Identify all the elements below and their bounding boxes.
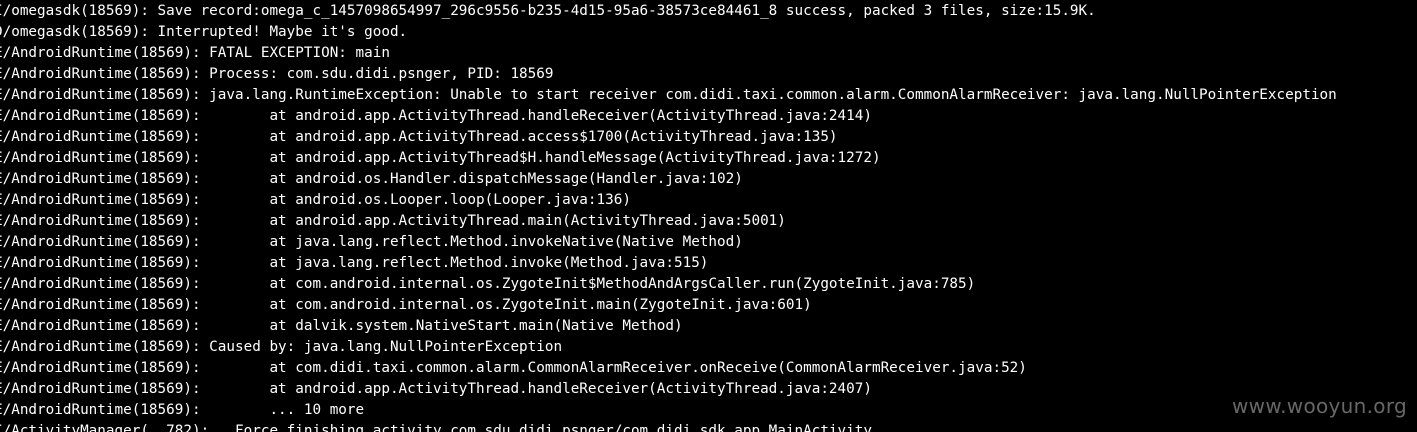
- log-line: E/AndroidRuntime(18569): at com.didi.tax…: [0, 360, 1027, 376]
- log-line: E/AndroidRuntime(18569): at android.app.…: [0, 150, 881, 166]
- log-line: E/AndroidRuntime(18569): at android.os.H…: [0, 171, 743, 187]
- log-line: E/AndroidRuntime(18569): java.lang.Runti…: [0, 87, 1337, 103]
- log-line: E/AndroidRuntime(18569): Process: com.sd…: [0, 66, 554, 82]
- log-line: E/AndroidRuntime(18569): at android.app.…: [0, 129, 838, 145]
- log-line: E/AndroidRuntime(18569): FATAL EXCEPTION…: [0, 45, 390, 61]
- log-line: E/AndroidRuntime(18569): at android.app.…: [0, 381, 872, 397]
- log-line: E/AndroidRuntime(18569): at java.lang.re…: [0, 234, 743, 250]
- log-line: E/AndroidRuntime(18569): Caused by: java…: [0, 339, 563, 355]
- log-line: E/AndroidRuntime(18569): at android.app.…: [0, 108, 872, 124]
- terminal-log-view[interactable]: I/omegasdk(18569): Save record:omega_c_1…: [0, 0, 1417, 432]
- log-line: E/AndroidRuntime(18569): ... 10 more: [0, 402, 365, 418]
- watermark: www.wooyun.org: [1232, 394, 1407, 418]
- log-line: E/AndroidRuntime(18569): at android.os.L…: [0, 192, 631, 208]
- log-line: E/AndroidRuntime(18569): at android.app.…: [0, 213, 786, 229]
- log-line: E/AndroidRuntime(18569): at com.android.…: [0, 276, 976, 292]
- log-line: I/ActivityManager( 782): Force finishing…: [0, 423, 872, 432]
- log-line: I/omegasdk(18569): Save record:omega_c_1…: [0, 3, 1096, 19]
- log-line: D/omegasdk(18569): Interrupted! Maybe it…: [0, 24, 408, 40]
- log-line: E/AndroidRuntime(18569): at java.lang.re…: [0, 255, 709, 271]
- log-line: E/AndroidRuntime(18569): at com.android.…: [0, 297, 812, 313]
- log-line: E/AndroidRuntime(18569): at dalvik.syste…: [0, 318, 683, 334]
